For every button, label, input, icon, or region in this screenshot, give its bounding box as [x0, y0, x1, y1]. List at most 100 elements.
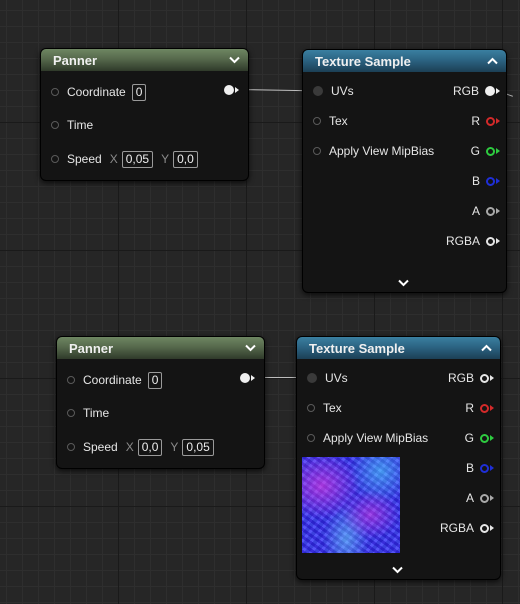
speed-x-label: X	[125, 440, 134, 454]
output-label: RGBA	[445, 234, 480, 248]
speed-y-label: Y	[170, 440, 179, 454]
output-label: RGB	[447, 371, 474, 385]
chevron-up-icon[interactable]	[486, 55, 498, 67]
speed-label: Speed	[83, 440, 118, 454]
time-row: Time	[57, 403, 264, 423]
output-rgb[interactable]: RGB	[448, 368, 494, 388]
mipbias-pin[interactable]	[313, 147, 321, 155]
tex-pin[interactable]	[313, 117, 321, 125]
output-arrow	[251, 375, 255, 381]
output-r[interactable]: R	[471, 111, 500, 131]
speed-row: Speed X 0,0 Y 0,05	[57, 437, 264, 457]
time-row: Time	[41, 115, 248, 135]
time-pin[interactable]	[51, 121, 59, 129]
speed-y-field[interactable]: 0,0	[173, 150, 198, 168]
a-pin-icon	[480, 493, 489, 503]
output-label: RGBA	[439, 521, 474, 535]
output-a[interactable]: A	[472, 201, 500, 221]
output-dot	[224, 85, 234, 95]
output-g[interactable]: G	[471, 141, 500, 161]
output-a[interactable]: A	[466, 488, 494, 508]
output-label: R	[471, 114, 480, 128]
pin-arrow	[496, 88, 500, 94]
time-pin[interactable]	[67, 409, 75, 417]
coordinate-field[interactable]: 0	[131, 83, 147, 101]
b-pin-icon	[486, 176, 495, 186]
r-pin-icon	[486, 116, 495, 126]
input-label: Apply View MipBias	[323, 431, 429, 445]
uvs-pin[interactable]	[307, 373, 317, 383]
coordinate-row: Coordinate 0	[41, 82, 248, 102]
rgb-pin-icon	[485, 86, 495, 96]
output-arrow	[235, 87, 239, 93]
pin-arrow	[496, 208, 500, 214]
chevron-down-icon[interactable]	[244, 342, 256, 354]
chevron-down-icon[interactable]	[392, 561, 403, 579]
texture-sample-node-top[interactable]: Texture Sample UVs Tex Apply View MipBia…	[302, 49, 507, 293]
pin-arrow	[496, 178, 500, 184]
speed-pin[interactable]	[67, 443, 75, 451]
speed-x-field[interactable]: 0,05	[121, 150, 154, 168]
speed-label: Speed	[67, 152, 102, 166]
coordinate-field[interactable]: 0	[147, 371, 163, 389]
pin-arrow	[490, 375, 494, 381]
output-label: G	[464, 431, 474, 445]
tex-pin[interactable]	[307, 404, 315, 412]
output-label: R	[465, 401, 474, 415]
input-label: UVs	[331, 84, 354, 98]
output-label: A	[465, 491, 474, 505]
node-title: Texture Sample	[309, 340, 405, 356]
panner-node-bottom[interactable]: Panner Coordinate 0 Time Speed X 0,0 Y 0…	[56, 336, 265, 469]
pin-arrow	[496, 148, 500, 154]
node-header[interactable]: Texture Sample	[297, 337, 500, 359]
time-label: Time	[67, 118, 94, 132]
output-label: B	[471, 174, 480, 188]
chevron-down-icon[interactable]	[228, 54, 240, 66]
output-g[interactable]: G	[465, 428, 494, 448]
coordinate-row: Coordinate 0	[57, 370, 264, 390]
speed-x-label: X	[109, 152, 118, 166]
pin-arrow	[496, 238, 500, 244]
pin-arrow	[490, 495, 494, 501]
output-r[interactable]: R	[465, 398, 494, 418]
panner-output-pin[interactable]	[224, 85, 239, 95]
chevron-up-icon[interactable]	[480, 342, 492, 354]
output-b[interactable]: B	[466, 458, 494, 478]
rgba-pin-icon	[486, 236, 495, 246]
pin-arrow	[490, 435, 494, 441]
output-label: A	[471, 204, 480, 218]
node-title: Texture Sample	[315, 53, 411, 69]
output-b[interactable]: B	[472, 171, 500, 191]
pin-arrow	[496, 118, 500, 124]
output-dot	[240, 373, 250, 383]
texture-sample-node-bottom[interactable]: Texture Sample UVs Tex Apply View MipBia…	[296, 336, 501, 580]
coordinate-pin[interactable]	[51, 88, 59, 96]
speed-x-field[interactable]: 0,0	[137, 438, 163, 456]
node-header[interactable]: Panner	[41, 49, 248, 71]
speed-row: Speed X 0,05 Y 0,0	[41, 149, 248, 169]
speed-y-field[interactable]: 0,05	[182, 438, 214, 456]
output-rgb[interactable]: RGB	[453, 81, 500, 101]
pin-arrow	[490, 525, 494, 531]
chevron-down-icon[interactable]	[398, 274, 409, 292]
output-label: RGB	[452, 84, 479, 98]
a-pin-icon	[486, 206, 495, 216]
input-label: UVs	[325, 371, 348, 385]
node-header[interactable]: Texture Sample	[303, 50, 506, 72]
speed-pin[interactable]	[51, 155, 59, 163]
speed-y-label: Y	[161, 152, 170, 166]
input-label: Apply View MipBias	[329, 144, 435, 158]
panner-output-pin[interactable]	[240, 373, 255, 383]
uvs-pin[interactable]	[313, 86, 323, 96]
input-label: Tex	[323, 401, 342, 415]
output-rgba[interactable]: RGBA	[446, 231, 500, 251]
texture-preview-image	[302, 457, 400, 553]
coordinate-pin[interactable]	[67, 376, 75, 384]
g-pin-icon	[480, 433, 489, 443]
panner-node-top[interactable]: Panner Coordinate 0 Time Speed X 0,05 Y …	[40, 48, 249, 181]
node-header[interactable]: Panner	[57, 337, 264, 359]
output-rgba[interactable]: RGBA	[440, 518, 494, 538]
node-title: Panner	[69, 340, 114, 356]
mipbias-pin[interactable]	[307, 434, 315, 442]
b-pin-icon	[480, 463, 489, 473]
